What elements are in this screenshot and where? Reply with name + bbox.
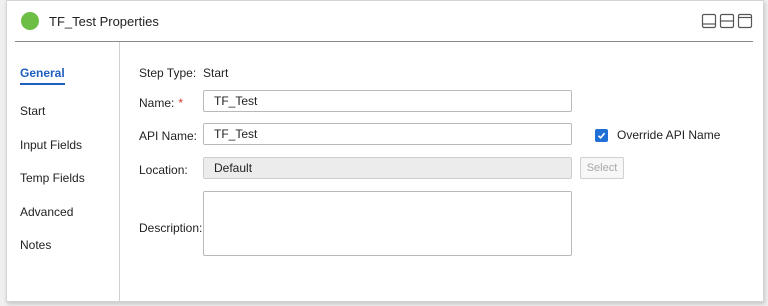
active-tab-indicator: [20, 83, 65, 85]
override-api-name-label: Override API Name: [617, 128, 721, 142]
nav-item-general[interactable]: General: [20, 66, 65, 85]
location-label: Location:: [139, 163, 188, 177]
panel-header: TF_Test Properties: [15, 1, 753, 42]
checkbox-checked-icon[interactable]: [595, 128, 608, 142]
api-name-input[interactable]: [203, 123, 572, 145]
nav-item-temp-fields[interactable]: Temp Fields: [20, 171, 85, 185]
step-type-value: Start: [203, 66, 229, 80]
location-field: Default: [203, 157, 572, 179]
nav-item-notes[interactable]: Notes: [20, 238, 51, 252]
nav-item-advanced[interactable]: Advanced: [20, 205, 73, 219]
layout-bottom-panel-icon[interactable]: [701, 13, 717, 29]
name-label-text: Name:: [139, 96, 175, 110]
name-label: Name: *: [139, 96, 183, 110]
properties-panel: TF_Test Properties General Start Input F…: [6, 0, 764, 302]
api-name-label: API Name:: [139, 129, 198, 143]
description-label: Description:: [139, 221, 203, 235]
panel-title: TF_Test Properties: [49, 14, 159, 29]
override-api-name-checkbox[interactable]: Override API Name: [595, 128, 720, 142]
select-button[interactable]: Select: [580, 157, 624, 179]
nav-item-input-fields[interactable]: Input Fields: [20, 138, 82, 152]
nav-item-start[interactable]: Start: [20, 104, 45, 118]
section-nav: General Start Input Fields Temp Fields A…: [7, 42, 120, 301]
step-type-label: Step Type:: [139, 66, 197, 80]
description-textarea[interactable]: [203, 191, 572, 256]
name-input[interactable]: [203, 90, 572, 112]
general-form: Step Type: Start Name:* API Name: Overri…: [119, 42, 763, 301]
required-mark: *: [178, 96, 184, 110]
status-indicator: [21, 12, 39, 30]
nav-item-label: General: [20, 66, 65, 80]
view-layout-icons: [701, 13, 753, 29]
layout-split-panel-icon[interactable]: [719, 13, 735, 29]
layout-window-icon[interactable]: [737, 13, 753, 29]
